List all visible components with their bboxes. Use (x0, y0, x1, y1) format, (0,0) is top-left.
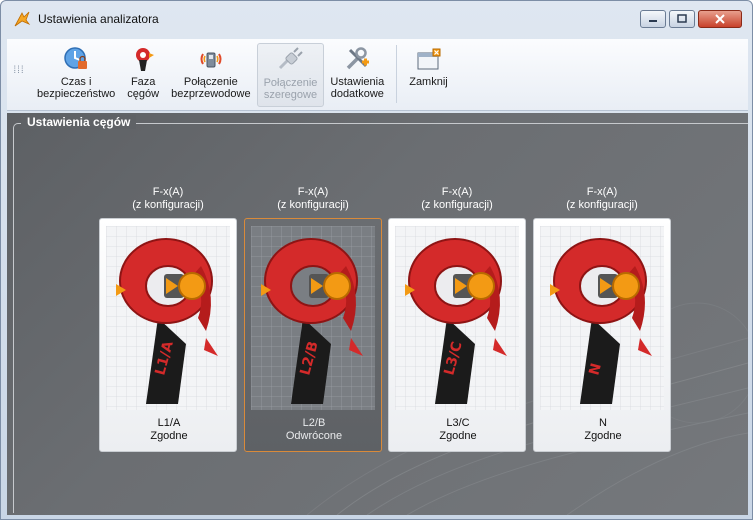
toolbar-separator (396, 45, 398, 103)
additional-settings-line2: dodatkowe (330, 88, 384, 100)
clamp-caption: L1/A Zgodne (100, 417, 238, 443)
clamp-header: F-x(A) (z konfiguracji) (388, 186, 526, 212)
clamp-source: (z konfiguracji) (277, 199, 349, 211)
clamp-header: F-x(A) (z konfiguracji) (533, 186, 671, 212)
clamp-caption: L2/B Odwrócone (245, 417, 383, 443)
maximize-button[interactable] (669, 10, 695, 28)
close-dialog-button[interactable]: Zamknij (403, 43, 454, 107)
clamp-card[interactable]: N N Zgodne (533, 218, 671, 452)
clock-lock-icon (64, 47, 88, 69)
serial-line1: Połączenie (263, 77, 318, 89)
clamp-phase-button[interactable]: Faza cęgów (121, 43, 165, 107)
clamp-phase: N (599, 417, 607, 429)
clamp-caption: L3/C Zgodne (389, 417, 527, 443)
serial-plug-icon (279, 47, 304, 70)
clamp-type: F-x(A) (297, 186, 329, 198)
additional-settings-button[interactable]: Ustawienia dodatkowe (324, 43, 390, 107)
clamp-header: F-x(A) (z konfiguracji) (244, 186, 382, 212)
wireless-icon (200, 52, 222, 68)
clamp-source: (z konfiguracji) (566, 199, 638, 211)
serial-line2: szeregowe (263, 89, 318, 101)
clamp-phase: L1/A (157, 417, 181, 429)
toolbar-grip[interactable]: ⁞⁞⁞ (7, 65, 31, 76)
clamp-settings-panel: Ustawienia cęgów F-x(A) (z konfiguracji) … (7, 113, 748, 515)
minimize-button[interactable] (640, 10, 666, 28)
title-bar[interactable]: Ustawienia analizatora (1, 1, 752, 37)
clamp-phase: L3/C (446, 417, 470, 429)
clamp-phase: L2/B (302, 417, 326, 429)
clamp-caption: N Zgodne (534, 417, 672, 443)
time-security-line2: bezpieczeństwo (37, 88, 116, 100)
wireless-button[interactable]: Połączenie bezprzewodowe (165, 43, 257, 107)
clamp-status: Zgodne (439, 430, 477, 442)
close-icon (715, 14, 725, 24)
clamp-phase-line2: cęgów (127, 88, 160, 100)
clamp-image: N (540, 226, 664, 410)
clamp-status: Zgodne (150, 430, 188, 442)
group-title: Ustawienia cęgów (21, 115, 137, 129)
clamp-source: (z konfiguracji) (421, 199, 493, 211)
wireless-line2: bezprzewodowe (171, 88, 251, 100)
clamp-status: Odwrócone (285, 430, 343, 442)
maximize-icon (677, 14, 687, 23)
app-window: Ustawienia analizatora ⁞⁞⁞ Czas i bezpie… (0, 0, 753, 520)
clamp-type: F-x(A) (152, 186, 184, 198)
toolbar: ⁞⁞⁞ Czas i bezpieczeństwo Faza cęgów Poł… (7, 39, 748, 111)
clamp-phase-icon (136, 48, 155, 71)
time-security-button[interactable]: Czas i bezpieczeństwo (31, 43, 121, 107)
clamp-card[interactable]: L1/A L1/A Zgodne (99, 218, 237, 452)
close-window-icon (417, 48, 441, 70)
close-button[interactable] (698, 10, 742, 28)
clamp-type: F-x(A) (441, 186, 473, 198)
app-logo-icon (14, 11, 31, 27)
clamp-source: (z konfiguracji) (132, 199, 204, 211)
additional-settings-line1: Ustawienia (330, 76, 385, 88)
window-title: Ustawienia analizatora (38, 12, 159, 26)
clamp-card[interactable]: L3/C L3/C Zgodne (388, 218, 526, 452)
clamp-status: Zgodne (584, 430, 622, 442)
time-security-line1: Czas i (60, 76, 92, 88)
clamp-image: L2/B (251, 226, 375, 410)
minimize-icon (649, 20, 657, 22)
close-dialog-label: Zamknij (409, 76, 448, 88)
clamp-type: F-x(A) (586, 186, 618, 198)
wireless-line1: Połączenie (183, 76, 238, 88)
clamp-header: F-x(A) (z konfiguracji) (99, 186, 237, 212)
tools-icon (347, 47, 370, 70)
clamp-card[interactable]: L2/B L2/B Odwrócone (244, 218, 382, 452)
clamp-image: L1/A (106, 226, 230, 410)
serial-connection-button[interactable]: Połączenie szeregowe (256, 43, 325, 107)
clamp-phase-line1: Faza (130, 76, 156, 88)
clamp-image: L3/C (395, 226, 519, 410)
